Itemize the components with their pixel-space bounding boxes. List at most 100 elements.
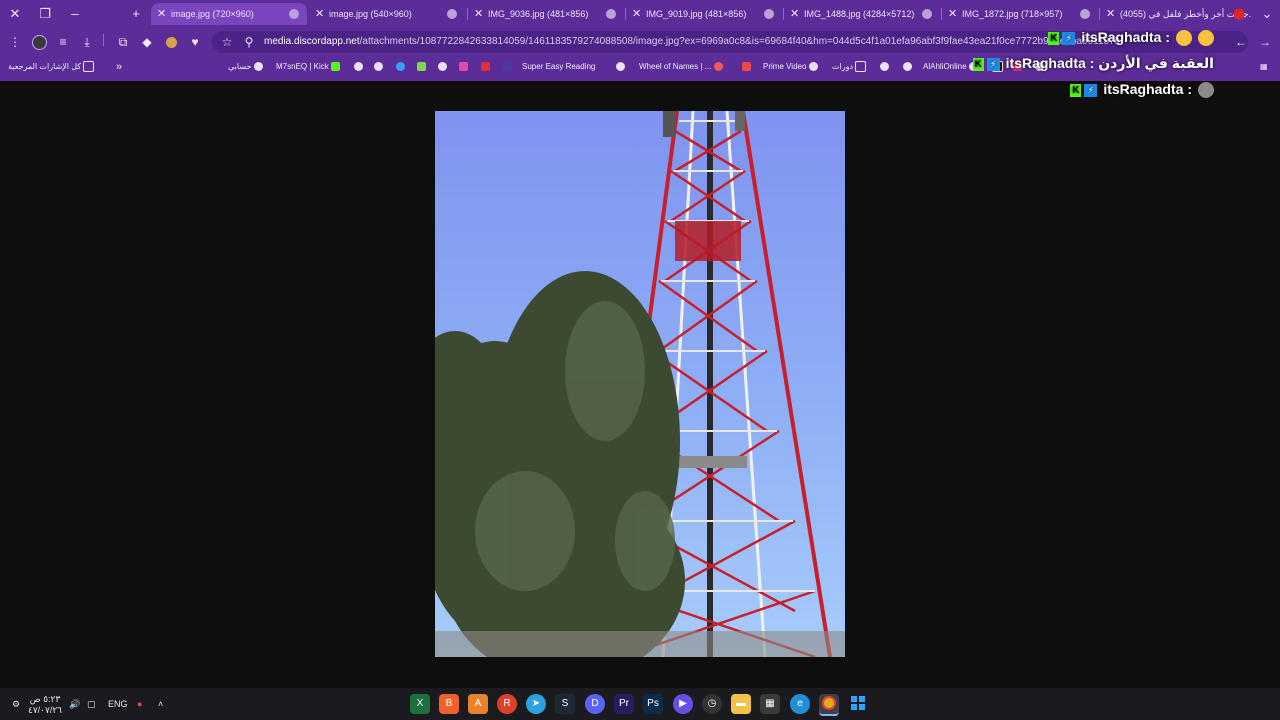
windows-start-icon[interactable]: [848, 694, 868, 714]
tab-close-icon[interactable]: ✕: [315, 3, 324, 25]
microphone-icon[interactable]: ●: [137, 688, 142, 720]
tab-strip: ✕ ❐ – + ✕ image.jpg (720×960) ✕ image.jp…: [0, 0, 1280, 28]
bookmark-item[interactable]: M7snEQ | Kick: [276, 59, 344, 75]
bookmark-icon-only[interactable]: [354, 59, 367, 75]
menu-icon[interactable]: ⋮: [6, 33, 24, 51]
profile-avatar[interactable]: [30, 33, 48, 51]
bookmark-item[interactable]: حسابي: [228, 59, 267, 75]
extension-diamond-icon[interactable]: ◆: [138, 33, 156, 51]
bookmark-label: M7snEQ | Kick: [276, 62, 329, 71]
tab-close-icon[interactable]: ✕: [157, 3, 166, 25]
tab-4[interactable]: ✕ IMG_1488.jpg (4284×5712): [784, 3, 940, 25]
bookmark-icon-only[interactable]: [880, 59, 893, 75]
tab-title: IMG_1488.jpg (4284×5712): [804, 9, 915, 19]
store-icon[interactable]: ▦: [760, 694, 780, 714]
bookmark-icon-only[interactable]: [742, 59, 755, 75]
globe-icon: [764, 9, 774, 19]
chat-user: itsRaghadta :: [1081, 29, 1170, 45]
clock[interactable]: ٥:٢٣ ص ٤٧/٠٧/٢٦: [28, 694, 62, 716]
network-icon[interactable]: ▢: [87, 688, 96, 720]
bookmark-icon-only[interactable]: [503, 59, 516, 75]
globe-icon: [616, 62, 625, 72]
download-icon[interactable]: ⤓: [78, 33, 96, 51]
restore-icon[interactable]: ❐: [34, 4, 56, 24]
bookmark-item[interactable]: Wheel of Names | ...: [639, 59, 727, 75]
url-host: media.discordapp.net: [264, 36, 360, 47]
folder-icon: [83, 61, 95, 73]
chat-message: K ⚡ itsRaghadta : العقبة في الأردن: [972, 52, 1214, 74]
extension-circle-icon[interactable]: [162, 33, 180, 51]
tab-1[interactable]: ✕ image.jpg (540×960): [309, 3, 465, 25]
media-controls-icon[interactable]: ≡: [54, 33, 72, 51]
telegram-icon[interactable]: ➤: [526, 694, 546, 714]
edge-icon: [396, 62, 405, 72]
brave-icon[interactable]: B: [439, 694, 459, 714]
bookmark-item[interactable]: Prime Video: [763, 59, 822, 75]
show-hidden-icons[interactable]: ˄: [158, 688, 163, 720]
bookmark-folder[interactable]: دورات: [832, 59, 870, 75]
tab-close-icon[interactable]: ✕: [632, 3, 641, 25]
volume-icon[interactable]: 🔊: [69, 688, 80, 720]
photoshop-icon[interactable]: Ps: [643, 694, 663, 714]
all-bookmarks[interactable]: كل الإشارات المرجعية: [8, 59, 98, 75]
more-bookmarks-icon[interactable]: »: [116, 59, 122, 75]
bookmark-icon-only[interactable]: [438, 59, 451, 75]
tower-photo[interactable]: [435, 111, 845, 657]
chrome-icon[interactable]: [819, 694, 839, 716]
tab-close-icon[interactable]: ✕: [474, 3, 483, 25]
tab-search-icon[interactable]: ⌄: [1256, 4, 1278, 24]
bookmark-icon-only[interactable]: [459, 59, 472, 75]
kick-badge-icon: K: [972, 57, 984, 71]
premiere-icon[interactable]: Pr: [614, 694, 634, 714]
toolbar-separator: [103, 34, 104, 46]
bookmark-star-icon[interactable]: ☆: [218, 33, 236, 51]
bookmark-label: دورات: [832, 62, 854, 71]
globe-icon: [808, 62, 818, 72]
url-text[interactable]: media.discordapp.net/attachments/1087722…: [264, 31, 1120, 53]
tab-3[interactable]: ✕ IMG_9019.jpg (481×856): [626, 3, 782, 25]
tab-6[interactable]: ✕ (4055) جربت أخر وأخطر فلفل في...: [1100, 3, 1252, 25]
tab-close-icon[interactable]: ✕: [1106, 3, 1115, 25]
apps-grid-icon[interactable]: ▦: [1260, 59, 1268, 75]
globe-icon: [880, 62, 889, 72]
steam-icon[interactable]: S: [555, 694, 575, 714]
app-clock-icon[interactable]: ◷: [702, 694, 722, 714]
extension-heart-icon[interactable]: ♥: [186, 33, 204, 51]
language-indicator[interactable]: ENG: [108, 688, 128, 720]
excel-icon[interactable]: X: [410, 694, 430, 714]
back-icon[interactable]: ←: [1232, 33, 1250, 51]
tab-5[interactable]: ✕ IMG_1872.jpg (718×957): [942, 3, 1098, 25]
app-a-icon[interactable]: A: [468, 694, 488, 714]
clock-time: ٥:٢٣ ص: [29, 694, 61, 704]
bookmark-item[interactable]: Super Easy Reading: [522, 59, 595, 75]
bookmark-icon-only[interactable]: [481, 59, 494, 75]
minimize-icon[interactable]: –: [64, 4, 86, 24]
bookmark-icon-only[interactable]: [903, 59, 916, 75]
tower-photo-svg: [435, 111, 845, 657]
bookmark-icon-only[interactable]: [396, 59, 409, 75]
bookmark-label: Super Easy Reading: [522, 62, 596, 71]
forward-icon[interactable]: →: [1256, 33, 1274, 51]
file-explorer-icon[interactable]: ▬: [731, 694, 751, 714]
tab-close-icon[interactable]: ✕: [790, 3, 799, 25]
tab-close-icon[interactable]: ✕: [948, 3, 957, 25]
app-icon: [503, 62, 512, 72]
close-window-icon[interactable]: ✕: [4, 4, 26, 24]
edge-icon[interactable]: e: [790, 694, 810, 714]
discord-icon[interactable]: D: [585, 694, 605, 714]
app-r-icon[interactable]: R: [497, 694, 517, 714]
extensions-icon[interactable]: ⧉: [114, 33, 132, 51]
tab-2[interactable]: ✕ IMG_9036.jpg (481×856): [468, 3, 624, 25]
bookmark-icon-only[interactable]: [616, 59, 629, 75]
chat-user: itsRaghadta :: [1005, 55, 1095, 71]
settings-icon[interactable]: ⚙: [12, 688, 20, 720]
site-info-icon[interactable]: ⚲: [240, 33, 258, 51]
globe-icon: [438, 62, 447, 72]
bookmark-icon-only[interactable]: [417, 59, 430, 75]
new-tab-icon[interactable]: +: [125, 4, 147, 24]
tab-0[interactable]: ✕ image.jpg (720×960): [151, 3, 307, 25]
bookmark-icon-only[interactable]: [374, 59, 387, 75]
laughing-emoji-icon: [1198, 30, 1214, 47]
media-player-icon[interactable]: ▶: [673, 694, 693, 714]
url-path: /attachments/1087722842633814059/1461183…: [359, 36, 1121, 47]
